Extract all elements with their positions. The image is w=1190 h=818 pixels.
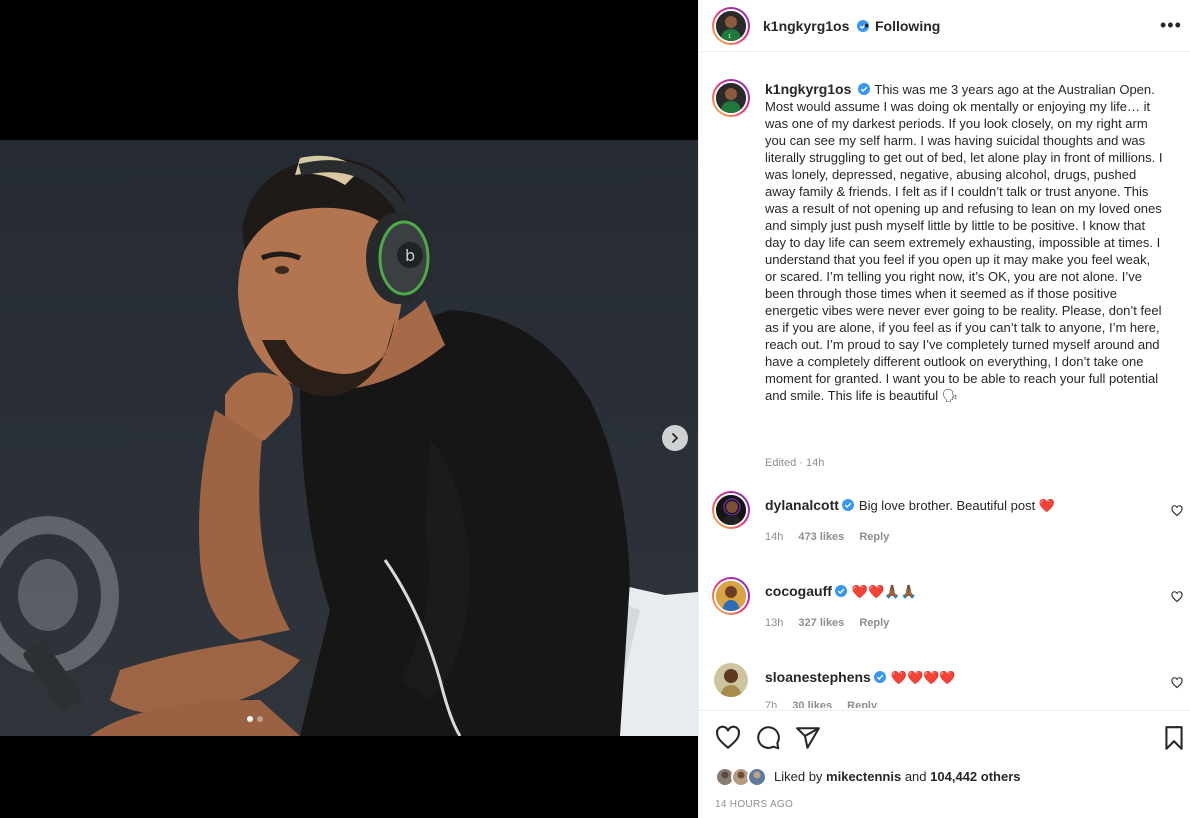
bookmark-icon[interactable] bbox=[1161, 725, 1187, 751]
heart-icon[interactable] bbox=[1171, 677, 1183, 689]
commenter-avatar[interactable] bbox=[712, 491, 750, 529]
comment-time: 13h bbox=[765, 617, 784, 629]
author-avatar[interactable]: 1 bbox=[712, 7, 750, 45]
post-actions: Liked by mikectennis and 104,442 others … bbox=[699, 710, 1190, 818]
comment-likes[interactable]: 30 likes bbox=[792, 700, 832, 708]
verified-icon bbox=[858, 83, 871, 95]
author-avatar-image: 1 bbox=[716, 11, 746, 41]
more-icon[interactable]: ••• bbox=[1160, 16, 1182, 34]
liker-avatar bbox=[747, 767, 767, 787]
author-username: k1ngkyrg1os bbox=[763, 18, 850, 34]
heart-icon[interactable] bbox=[1171, 591, 1183, 603]
comment-body: cocogauff ❤️❤️🙏🏾🙏🏾 bbox=[765, 583, 917, 600]
verified-icon bbox=[834, 585, 847, 597]
comment-meta: 7h 30 likes Reply bbox=[765, 700, 889, 708]
commenter-username[interactable]: cocogauff bbox=[765, 583, 832, 599]
commenter-avatar-image bbox=[716, 495, 746, 525]
share-icon[interactable] bbox=[795, 725, 821, 751]
comment-body: dylanalcott Big love brother. Beautiful p… bbox=[765, 497, 1055, 514]
caption-username[interactable]: k1ngkyrg1os bbox=[765, 81, 851, 97]
comments-section: k1ngkyrg1os This was me 3 years ago at th… bbox=[699, 53, 1190, 708]
likes-summary: Liked by mikectennis and 104,442 others bbox=[774, 769, 1021, 784]
following-button[interactable]: Following bbox=[875, 18, 940, 34]
instagram-post-viewer: b 1 k1ngkyrg1os • Following ••• k1ngkyrg… bbox=[0, 0, 1190, 818]
photo-illustration: b bbox=[0, 155, 698, 736]
liked-by-prefix: Liked by bbox=[774, 769, 823, 784]
post-caption: k1ngkyrg1os This was me 3 years ago at th… bbox=[765, 81, 1165, 404]
svg-text:1: 1 bbox=[728, 34, 731, 40]
commenter-avatar-image bbox=[716, 581, 746, 611]
commenter-avatar-image bbox=[714, 663, 748, 697]
comment-body: sloanestephens ❤️❤️❤️❤️ bbox=[765, 669, 956, 686]
heart-icon[interactable] bbox=[1171, 505, 1183, 517]
verified-icon bbox=[873, 671, 886, 683]
liked-by-user[interactable]: mikectennis bbox=[826, 769, 901, 784]
comment-likes[interactable]: 327 likes bbox=[798, 617, 844, 629]
commenter-avatar[interactable] bbox=[714, 663, 748, 697]
carousel-indicator bbox=[247, 716, 263, 722]
caption-avatar-image bbox=[716, 83, 746, 113]
comment-text: ❤️❤️❤️❤️ bbox=[890, 670, 956, 685]
chevron-right-icon bbox=[672, 433, 678, 443]
author-username-link[interactable]: k1ngkyrg1os bbox=[763, 18, 869, 36]
edited-timestamp: Edited · 14h bbox=[765, 457, 825, 469]
media-pane: b bbox=[0, 0, 698, 818]
post-time-ago[interactable]: 14 HOURS AGO bbox=[715, 799, 793, 810]
liked-by-and: and bbox=[904, 769, 927, 784]
commenter-username[interactable]: dylanalcott bbox=[765, 497, 839, 513]
reply-button[interactable]: Reply bbox=[847, 700, 877, 708]
commenter-avatar[interactable] bbox=[712, 577, 750, 615]
comment-text: ❤️❤️🙏🏾🙏🏾 bbox=[851, 584, 917, 599]
next-slide-button[interactable] bbox=[662, 425, 688, 451]
comment-meta: 13h 327 likes Reply bbox=[765, 617, 901, 629]
caption-author-avatar[interactable] bbox=[712, 79, 750, 117]
header-separator: • bbox=[864, 17, 869, 33]
carousel-dot-active bbox=[247, 716, 253, 722]
comment-time: 7h bbox=[765, 700, 778, 708]
comment-meta: 14h 473 likes Reply bbox=[765, 531, 901, 543]
heart-icon[interactable] bbox=[715, 725, 741, 751]
svg-text:b: b bbox=[405, 246, 415, 265]
comment-likes[interactable]: 473 likes bbox=[798, 531, 844, 543]
comment-time: 14h bbox=[765, 531, 784, 543]
carousel-dot bbox=[257, 716, 263, 722]
post-details-panel: 1 k1ngkyrg1os • Following ••• k1ngkyrg1o… bbox=[698, 0, 1190, 818]
verified-icon bbox=[841, 499, 854, 511]
reply-button[interactable]: Reply bbox=[859, 531, 889, 543]
caption-text: This was me 3 years ago at the Australia… bbox=[765, 82, 1163, 403]
reply-button[interactable]: Reply bbox=[859, 617, 889, 629]
commenter-username[interactable]: sloanestephens bbox=[765, 669, 871, 685]
likes-count-link[interactable]: 104,442 others bbox=[930, 769, 1020, 784]
comment-text: Big love brother. Beautiful post ❤️ bbox=[858, 498, 1056, 513]
comment-icon[interactable] bbox=[755, 725, 781, 751]
post-photo: b bbox=[0, 140, 698, 736]
post-header: 1 k1ngkyrg1os • Following ••• bbox=[699, 0, 1190, 52]
